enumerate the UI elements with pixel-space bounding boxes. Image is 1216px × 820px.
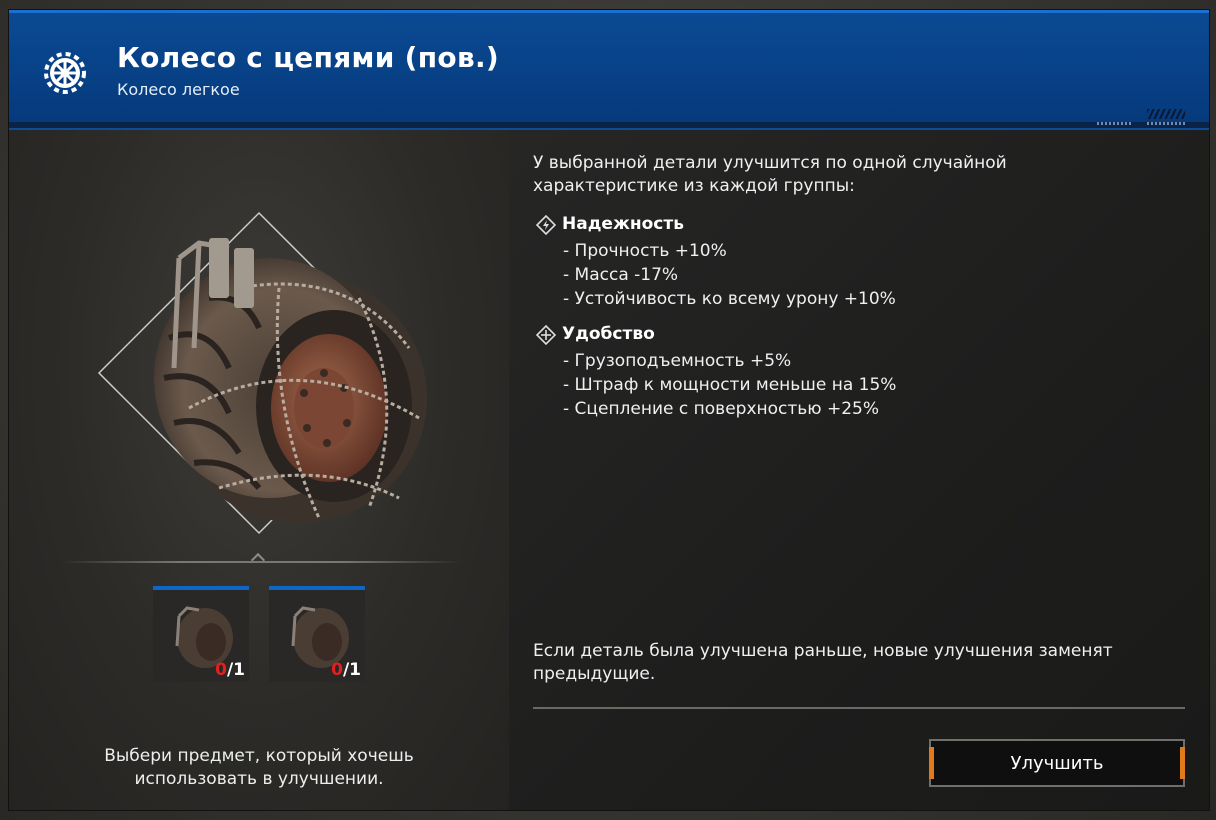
group-title-convenience: Удобство bbox=[562, 324, 655, 344]
upgrade-intro: У выбранной детали улучшится по одной сл… bbox=[533, 153, 1007, 196]
replace-note: Если деталь была улучшена раньше, новые … bbox=[533, 641, 1113, 684]
slot-count: 0/1 bbox=[331, 660, 361, 680]
chained-wheel-image bbox=[154, 238, 427, 523]
button-edge-left bbox=[929, 747, 934, 779]
stat-line: - Масса -17% bbox=[563, 265, 679, 285]
selection-hint: Выбери предмет, который хочешь использов… bbox=[104, 746, 414, 789]
convenience-icon bbox=[536, 325, 556, 345]
stat-line: - Прочность +10% bbox=[563, 241, 727, 261]
stat-line: - Штраф к мощности меньше на 15% bbox=[563, 375, 897, 395]
header-dots-decoration-2 bbox=[1147, 122, 1187, 125]
material-slot-1[interactable]: 0/1 bbox=[153, 586, 249, 682]
upgrade-button[interactable]: Улучшить bbox=[929, 739, 1185, 787]
reliability-icon bbox=[536, 215, 556, 235]
material-slot-2[interactable]: 0/1 bbox=[269, 586, 365, 682]
item-subtitle: Колесо легкое bbox=[117, 80, 240, 99]
button-edge-right bbox=[1180, 747, 1185, 779]
header-dots-decoration bbox=[1097, 122, 1133, 125]
gear-wheel-icon bbox=[44, 52, 86, 94]
upgrade-button-label: Улучшить bbox=[1010, 752, 1104, 774]
header-hatch-decoration bbox=[1147, 109, 1185, 119]
info-divider bbox=[533, 707, 1185, 709]
stat-line: - Устойчивость ко всему урону +10% bbox=[563, 289, 896, 309]
stat-line: - Грузоподъемность +5% bbox=[563, 351, 792, 371]
item-title: Колесо с цепями (пов.) bbox=[117, 41, 500, 74]
stat-line: - Сцепление с поверхностью +25% bbox=[563, 399, 880, 419]
upgrade-window: Колесо с цепями (пов.) Колесо легкое 0/1… bbox=[9, 10, 1209, 810]
slot-count: 0/1 bbox=[215, 660, 245, 680]
header: Колесо с цепями (пов.) Колесо легкое bbox=[9, 10, 1209, 128]
group-title-reliability: Надежность bbox=[562, 214, 684, 234]
